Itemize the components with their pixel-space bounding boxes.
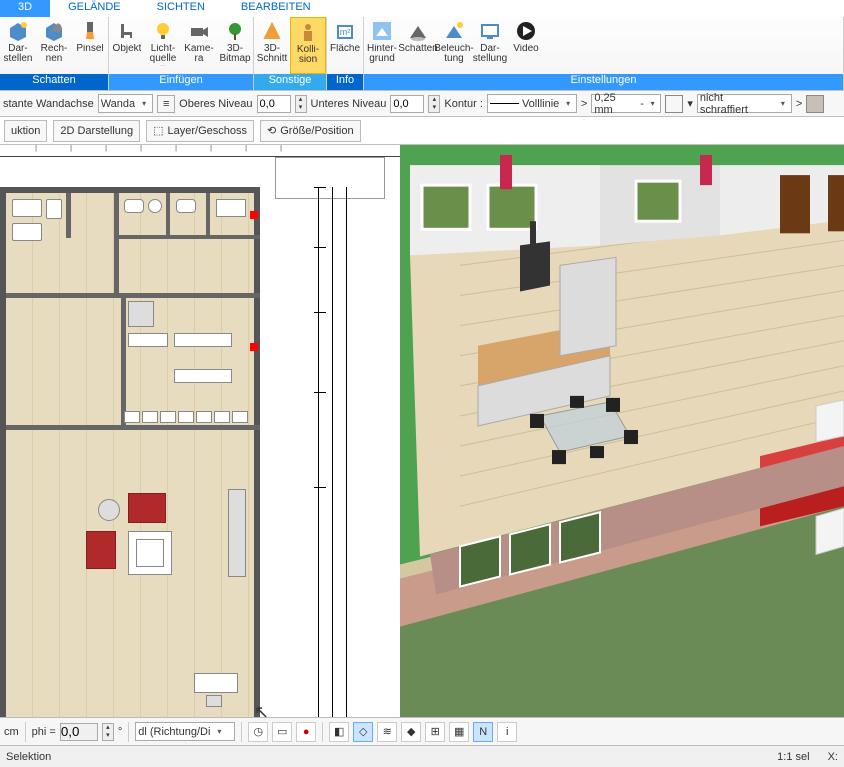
color-swatch-2[interactable] [806, 95, 824, 113]
display-icon [479, 20, 501, 42]
groesse-position-button[interactable]: ⟲Größe/Position [260, 120, 361, 142]
area-icon: m² [334, 20, 356, 42]
floorplan[interactable]: ↖ [0, 157, 280, 717]
gt1: > [581, 98, 587, 110]
snap-mid-icon[interactable]: ⊞ [425, 722, 445, 742]
workspace: |||||||| [0, 145, 844, 717]
darstellung-button[interactable]: Dar- stellung [472, 17, 508, 74]
snap-grid-icon[interactable]: ◇ [353, 722, 373, 742]
group-einfuegen-title: Einfügen [109, 74, 253, 90]
monitor-icon[interactable]: ▭ [272, 722, 292, 742]
gt2: > [796, 98, 802, 110]
house-shadow-icon [407, 20, 429, 42]
group-schatten-title: Schatten [0, 74, 108, 90]
person-icon [297, 21, 319, 43]
pinsel-button[interactable]: Pinsel [72, 17, 108, 74]
group-info-title: Info [327, 74, 363, 90]
kamera-button[interactable]: Kame- ra [181, 17, 217, 74]
unteres-niveau-label: Unteres Niveau [311, 98, 387, 110]
schatten-button[interactable]: Schatten [400, 17, 436, 74]
ribbon: Dar- stellen Rech- nen Pinsel Schatten O… [0, 17, 844, 91]
snap-point-icon[interactable]: ◆ [401, 722, 421, 742]
chair-icon [116, 20, 138, 42]
tab-gelaende[interactable]: GELÄNDE [50, 0, 139, 17]
phi-input[interactable] [60, 723, 98, 741]
unteres-niveau-spin[interactable]: ▴▾ [428, 95, 440, 113]
deg-label: ° [118, 726, 122, 738]
uktion-button[interactable]: uktion [4, 120, 47, 142]
house-bg-icon [371, 20, 393, 42]
rechnen-button[interactable]: Rech- nen [36, 17, 72, 74]
section-icon [261, 20, 283, 42]
darstellen-button[interactable]: Dar- stellen [0, 17, 36, 74]
kontur-thickness-combo[interactable]: 0,25 mm-▾ [591, 94, 661, 113]
3d-bitmap-button[interactable]: 3D- Bitmap [217, 17, 253, 74]
video-button[interactable]: Video [508, 17, 544, 74]
beleuchtung-button[interactable]: Beleuch- tung [436, 17, 472, 74]
3d-scene [400, 145, 844, 717]
status-bar: Selektion 1:1 sel X: [0, 745, 844, 767]
grid-icon[interactable]: ▦ [449, 722, 469, 742]
group-einstellungen-title: Einstellungen [364, 74, 843, 90]
tree-icon [224, 20, 246, 42]
status-x: X: [828, 751, 838, 763]
svg-text:m²: m² [340, 27, 351, 37]
unteres-niveau-input[interactable] [390, 95, 424, 113]
hintergrund-button[interactable]: Hinter- grund [364, 17, 400, 74]
info-icon[interactable]: i [497, 722, 517, 742]
wandachse-combo[interactable]: Wanda▾ [98, 94, 153, 113]
oberes-niveau-label: Oberes Niveau [179, 98, 252, 110]
2d-view[interactable]: |||||||| [0, 145, 400, 717]
bottom-toolbar: cm phi = ▴▾ ° dl (Richtung/Di▾ ◷ ▭ ● ◧ ◇… [0, 717, 844, 745]
main-tabs: 3D GELÄNDE SICHTEN BEARBEITEN [0, 0, 844, 17]
layer-geschoss-button[interactable]: ⬚Layer/Geschoss [146, 120, 254, 142]
phi-spin[interactable]: ▴▾ [102, 723, 114, 741]
objekt-button[interactable]: Objekt [109, 17, 145, 74]
resize-icon: ⟲ [267, 124, 276, 137]
status-selektion: Selektion [6, 751, 51, 763]
cursor-icon: ↖ [254, 702, 269, 717]
brush-icon [79, 20, 101, 42]
secondary-bar: uktion 2D Darstellung ⬚Layer/Geschoss ⟲G… [0, 117, 844, 145]
group-sonstige-title: Sonstige [254, 74, 326, 90]
color1-arrow-icon[interactable]: ▾ [687, 97, 693, 110]
oberes-niveau-input[interactable] [257, 95, 291, 113]
2d-darstellung-button[interactable]: 2D Darstellung [53, 120, 140, 142]
play-icon [515, 20, 537, 42]
kontur-label: Kontur : [444, 98, 483, 110]
oberes-niveau-spin[interactable]: ▴▾ [295, 95, 307, 113]
align-icon[interactable]: ≡ [157, 95, 175, 113]
cube-refresh-icon [43, 20, 65, 42]
wandachse-label: stante Wandachse [3, 98, 94, 110]
3d-view[interactable] [400, 145, 844, 717]
properties-bar: stante Wandachse Wanda▾ ≡ Oberes Niveau … [0, 91, 844, 117]
dimension-lines [314, 157, 360, 717]
status-scale: 1:1 sel [777, 751, 809, 763]
tab-3d[interactable]: 3D [0, 0, 50, 17]
lichtquelle-button[interactable]: Licht- quelle ▾ [145, 17, 181, 74]
unit-cm: cm [4, 726, 19, 738]
record-icon[interactable]: ● [296, 722, 316, 742]
layers-icon2[interactable]: ≋ [377, 722, 397, 742]
cube-sun-icon [7, 20, 29, 42]
layers-icon: ⬚ [153, 124, 163, 137]
camera-icon [188, 20, 210, 42]
phi-label: phi = [32, 726, 56, 738]
color-swatch-1[interactable] [665, 95, 683, 113]
flaeche-button[interactable]: m² Fläche [327, 17, 363, 74]
tab-bearbeiten[interactable]: BEARBEITEN [223, 0, 329, 17]
house-light-icon [443, 20, 465, 42]
cube1-icon[interactable]: ◧ [329, 722, 349, 742]
north-icon[interactable]: N [473, 722, 493, 742]
hatch-combo[interactable]: nicht schraffiert▾ [697, 94, 792, 113]
tab-sichten[interactable]: SICHTEN [139, 0, 223, 17]
kollision-button[interactable]: Kolli- sion [290, 17, 326, 74]
direction-combo[interactable]: dl (Richtung/Di▾ [135, 722, 235, 741]
ruler-top: |||||||| [0, 145, 400, 157]
kontur-linestyle-combo[interactable]: Volllinie▾ [487, 94, 577, 113]
lightbulb-icon [152, 20, 174, 42]
clock-icon[interactable]: ◷ [248, 722, 268, 742]
3d-schnitt-button[interactable]: 3D- Schnitt [254, 17, 290, 74]
